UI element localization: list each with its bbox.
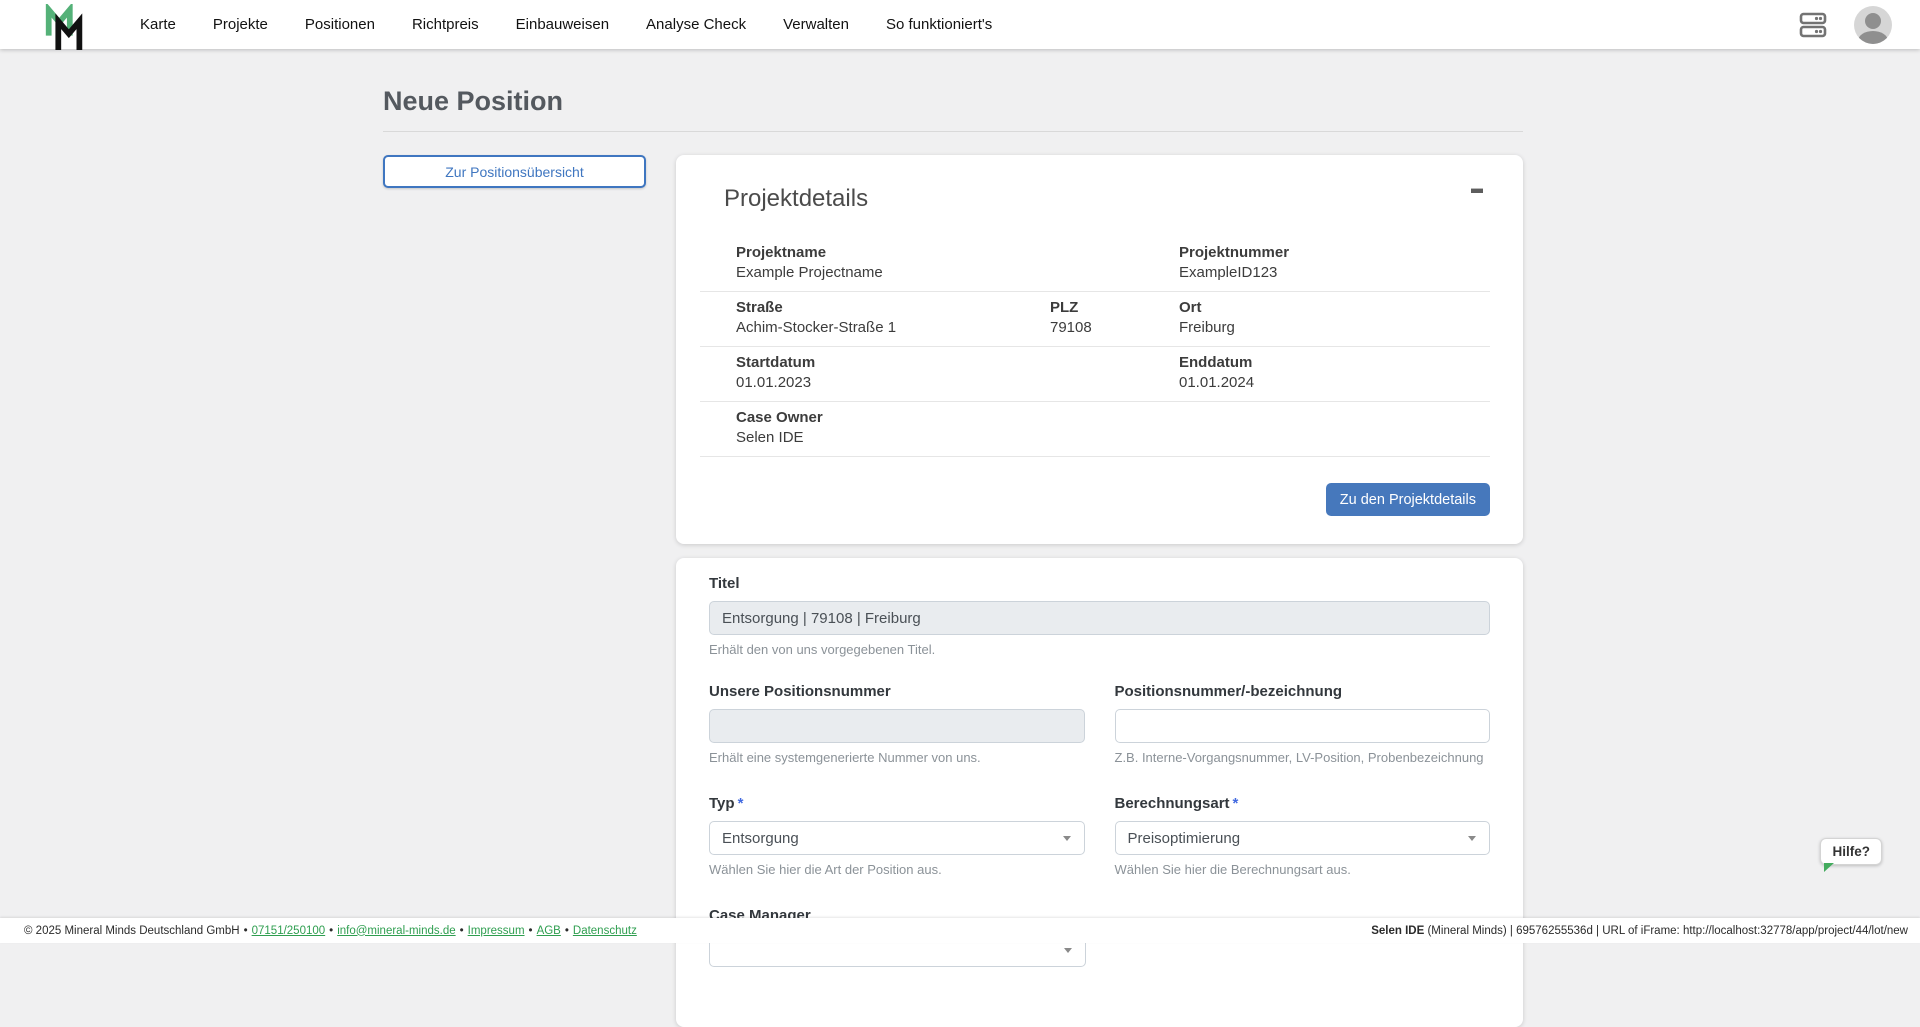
typ-selected-value: Entsorgung bbox=[722, 830, 799, 847]
field-label: Startdatum bbox=[736, 354, 1179, 371]
nav-item-analyse-check[interactable]: Analyse Check bbox=[646, 16, 746, 33]
positionsnummer-bezeichnung-input[interactable] bbox=[1115, 709, 1491, 743]
table-row: Case Owner Selen IDE bbox=[700, 401, 1490, 456]
required-asterisk: * bbox=[738, 795, 744, 812]
project-details-card: Projektdetails Projektname Example Proje… bbox=[676, 155, 1523, 544]
table-row: Projektname Example Projectname Projektn… bbox=[700, 237, 1490, 291]
title-divider bbox=[383, 131, 1523, 132]
field-value: Freiburg bbox=[1179, 319, 1490, 337]
unsere-positionsnummer-input bbox=[709, 709, 1085, 743]
field-case-owner: Case Owner Selen IDE bbox=[700, 409, 1490, 447]
main-menu: Karte Projekte Positionen Richtpreis Ein… bbox=[140, 16, 992, 33]
nav-item-projekte[interactable]: Projekte bbox=[213, 16, 268, 33]
minus-icon bbox=[1471, 188, 1483, 193]
nav-item-positionen[interactable]: Positionen bbox=[305, 16, 375, 33]
project-details-table: Projektname Example Projectname Projektn… bbox=[700, 237, 1490, 457]
separator-dot: • bbox=[565, 925, 569, 937]
positionsnummer-bezeichnung-label: Positionsnummer/-bezeichnung bbox=[1115, 683, 1491, 700]
nav-item-richtpreis[interactable]: Richtpreis bbox=[412, 16, 479, 33]
field-enddatum: Enddatum 01.01.2024 bbox=[1179, 354, 1490, 392]
nav-item-einbauweisen[interactable]: Einbauweisen bbox=[516, 16, 609, 33]
field-value: Example Projectname bbox=[736, 264, 1179, 282]
field-ort: Ort Freiburg bbox=[1179, 299, 1490, 337]
footer-link-email[interactable]: info@mineral-minds.de bbox=[337, 925, 455, 937]
field-startdatum: Startdatum 01.01.2023 bbox=[700, 354, 1179, 392]
field-projektname: Projektname Example Projectname bbox=[700, 244, 1179, 282]
footer-bar: © 2025 Mineral Minds Deutschland GmbH • … bbox=[0, 918, 1920, 943]
field-label: Case Owner bbox=[736, 409, 1490, 426]
nav-item-so-funktionierts[interactable]: So funktioniert's bbox=[886, 16, 992, 33]
footer-link-phone[interactable]: 07151/250100 bbox=[252, 925, 326, 937]
typ-select[interactable]: Entsorgung bbox=[709, 821, 1085, 855]
new-position-form-card: Titel Erhält den von uns vorgegebenen Ti… bbox=[676, 558, 1523, 1027]
table-row: Startdatum 01.01.2023 Enddatum 01.01.202… bbox=[700, 346, 1490, 401]
titel-helper-text: Erhält den von uns vorgegebenen Titel. bbox=[709, 642, 1490, 657]
field-value: 01.01.2024 bbox=[1179, 374, 1490, 392]
field-strasse: Straße Achim-Stocker-Straße 1 bbox=[700, 299, 1050, 337]
table-row: Straße Achim-Stocker-Straße 1 PLZ 79108 … bbox=[700, 291, 1490, 346]
servers-icon[interactable] bbox=[1798, 10, 1828, 40]
page-title: Neue Position bbox=[383, 86, 1523, 117]
separator-dot: • bbox=[460, 925, 464, 937]
footer-session-details: (Mineral Minds) | 69576255536d | URL of … bbox=[1424, 925, 1908, 937]
separator-dot: • bbox=[529, 925, 533, 937]
separator-dot: • bbox=[244, 925, 248, 937]
berechnungsart-selected-value: Preisoptimierung bbox=[1128, 830, 1241, 847]
berechnungsart-label-text: Berechnungsart bbox=[1115, 795, 1230, 812]
help-button[interactable]: Hilfe? bbox=[1820, 838, 1882, 865]
positionsnummer-bezeichnung-helper-text: Z.B. Interne-Vorgangsnummer, LV-Position… bbox=[1115, 750, 1491, 765]
nav-item-karte[interactable]: Karte bbox=[140, 16, 176, 33]
back-to-positions-button[interactable]: Zur Positionsübersicht bbox=[383, 155, 646, 188]
field-value: Selen IDE bbox=[736, 429, 1490, 447]
left-action-column: Zur Positionsübersicht bbox=[383, 155, 676, 188]
footer-session-info: Selen IDE (Mineral Minds) | 69576255536d… bbox=[1371, 925, 1908, 937]
footer-link-agb[interactable]: AGB bbox=[537, 925, 561, 937]
field-value: Achim-Stocker-Straße 1 bbox=[736, 319, 1050, 337]
field-label: Straße bbox=[736, 299, 1050, 316]
unsere-positionsnummer-helper-text: Erhält eine systemgenerierte Nummer von … bbox=[709, 750, 1085, 765]
separator-dot: • bbox=[329, 925, 333, 937]
field-projektnummer: Projektnummer ExampleID123 bbox=[1179, 244, 1490, 282]
typ-label: Typ* bbox=[709, 795, 1085, 812]
titel-label: Titel bbox=[709, 575, 1490, 592]
footer-link-datenschutz[interactable]: Datenschutz bbox=[573, 925, 637, 937]
typ-helper-text: Wählen Sie hier die Art der Position aus… bbox=[709, 862, 1085, 877]
collapse-card-button[interactable] bbox=[1465, 179, 1489, 201]
mineral-minds-logo-icon[interactable] bbox=[44, 4, 86, 50]
field-plz: PLZ 79108 bbox=[1050, 299, 1179, 337]
project-details-title: Projektdetails bbox=[724, 185, 1490, 213]
field-value: ExampleID123 bbox=[1179, 264, 1490, 282]
footer-link-impressum[interactable]: Impressum bbox=[468, 925, 525, 937]
field-label: Projektnummer bbox=[1179, 244, 1490, 261]
field-label: Ort bbox=[1179, 299, 1490, 316]
avatar bbox=[1854, 6, 1892, 44]
berechnungsart-helper-text: Wählen Sie hier die Berechnungsart aus. bbox=[1115, 862, 1491, 877]
field-label: Enddatum bbox=[1179, 354, 1490, 371]
nav-right-actions bbox=[1798, 6, 1892, 44]
berechnungsart-field-group: Berechnungsart* Preisoptimierung Wählen … bbox=[1115, 795, 1491, 877]
typ-field-group: Typ* Entsorgung Wählen Sie hier die Art … bbox=[709, 795, 1085, 877]
nav-item-verwalten[interactable]: Verwalten bbox=[783, 16, 849, 33]
main-content: Neue Position Zur Positionsübersicht Pro… bbox=[383, 0, 1523, 1027]
field-label: PLZ bbox=[1050, 299, 1179, 316]
footer-left: © 2025 Mineral Minds Deutschland GmbH • … bbox=[24, 925, 637, 937]
berechnungsart-select[interactable]: Preisoptimierung bbox=[1115, 821, 1491, 855]
required-asterisk: * bbox=[1233, 795, 1239, 812]
field-label: Projektname bbox=[736, 244, 1179, 261]
unsere-positionsnummer-field-group: Unsere Positionsnummer Erhält eine syste… bbox=[709, 683, 1085, 765]
footer-user-name: Selen IDE bbox=[1371, 925, 1424, 937]
berechnungsart-label: Berechnungsart* bbox=[1115, 795, 1491, 812]
titel-input bbox=[709, 601, 1490, 635]
go-to-project-details-button[interactable]: Zu den Projektdetails bbox=[1326, 483, 1490, 516]
top-navigation-bar: Karte Projekte Positionen Richtpreis Ein… bbox=[0, 0, 1920, 49]
field-value: 01.01.2023 bbox=[736, 374, 1179, 392]
copyright-text: © 2025 Mineral Minds Deutschland GmbH bbox=[24, 925, 240, 937]
typ-label-text: Typ bbox=[709, 795, 735, 812]
field-value: 79108 bbox=[1050, 319, 1179, 337]
cards-column: Projektdetails Projektname Example Proje… bbox=[676, 155, 1523, 1027]
titel-field-group: Titel Erhält den von uns vorgegebenen Ti… bbox=[709, 575, 1490, 657]
unsere-positionsnummer-label: Unsere Positionsnummer bbox=[709, 683, 1085, 700]
positionsnummer-bezeichnung-field-group: Positionsnummer/-bezeichnung Z.B. Intern… bbox=[1115, 683, 1491, 765]
user-avatar-icon[interactable] bbox=[1854, 6, 1892, 44]
